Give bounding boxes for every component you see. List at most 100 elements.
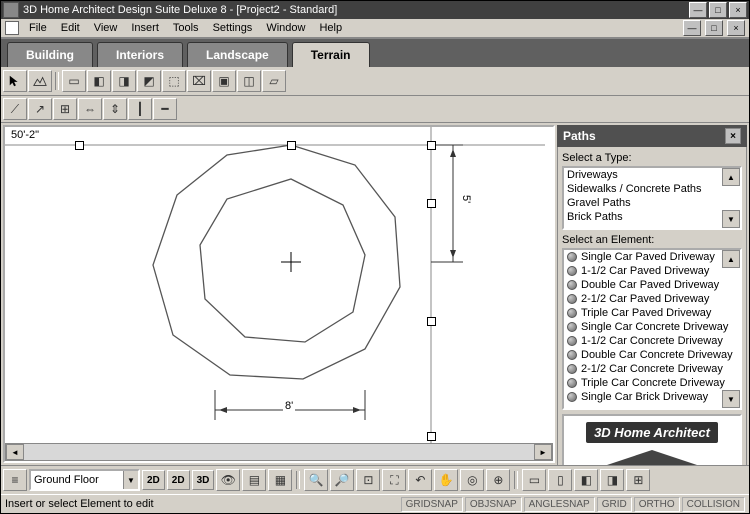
- tool-icon[interactable]: ◧: [574, 469, 598, 491]
- tab-landscape[interactable]: Landscape: [187, 42, 288, 67]
- terrain-tool-icon[interactable]: [28, 70, 52, 92]
- tool-icon[interactable]: ◫: [237, 70, 261, 92]
- status-anglesnap[interactable]: ANGLESNAP: [524, 497, 595, 512]
- close-button[interactable]: ×: [729, 2, 747, 18]
- maximize-button[interactable]: □: [709, 2, 727, 18]
- list-item[interactable]: Single Car Brick Driveway: [564, 390, 740, 404]
- status-ortho[interactable]: ORTHO: [634, 497, 680, 512]
- tab-terrain[interactable]: Terrain: [292, 42, 370, 67]
- h-scrollbar[interactable]: ◄ ►: [5, 443, 553, 461]
- level-icon[interactable]: ≡: [3, 469, 27, 491]
- type-listbox[interactable]: Driveways Sidewalks / Concrete Paths Gra…: [562, 166, 742, 230]
- zoom-prev-icon[interactable]: ↶: [408, 469, 432, 491]
- list-item[interactable]: Single Car Concrete Driveway: [564, 320, 740, 334]
- list-item[interactable]: 1-1/2 Car Concrete Driveway: [564, 334, 740, 348]
- zoom-fit-icon[interactable]: ⛶: [382, 469, 406, 491]
- tool-icon[interactable]: ◨: [600, 469, 624, 491]
- menu-settings[interactable]: Settings: [207, 20, 259, 36]
- handle[interactable]: [427, 432, 436, 441]
- toolbar-secondary: ⟋ ↗ ⊞ ⇔ ⇕ ┃ ━: [1, 96, 749, 123]
- list-item[interactable]: Gravel Paths: [564, 196, 740, 210]
- tool-icon[interactable]: ◨: [112, 70, 136, 92]
- tool-icon[interactable]: ◎: [460, 469, 484, 491]
- measure-tool-icon[interactable]: ⟋: [3, 98, 27, 120]
- handle[interactable]: [427, 141, 436, 150]
- dim-tool-icon[interactable]: ⇔: [78, 98, 102, 120]
- handle[interactable]: [287, 141, 296, 150]
- menu-help[interactable]: Help: [313, 20, 348, 36]
- tool-icon[interactable]: ⬚: [162, 70, 186, 92]
- scroll-down-icon[interactable]: ▼: [722, 390, 740, 408]
- list-item[interactable]: Triple Car Paved Driveway: [564, 306, 740, 320]
- tool-icon[interactable]: ◧: [87, 70, 111, 92]
- tab-building[interactable]: Building: [7, 42, 93, 67]
- mdi-close-button[interactable]: ×: [727, 20, 745, 36]
- layers-icon[interactable]: ▤: [242, 469, 266, 491]
- line-h-tool-icon[interactable]: ━: [153, 98, 177, 120]
- list-item[interactable]: 1-1/2 Car Paved Driveway: [564, 264, 740, 278]
- mdi-minimize-button[interactable]: —: [683, 20, 701, 36]
- pan-icon[interactable]: ✋: [434, 469, 458, 491]
- drawing-canvas[interactable]: 50'-2": [5, 127, 553, 443]
- scroll-up-icon[interactable]: ▲: [722, 250, 740, 268]
- list-item[interactable]: Double Car Concrete Driveway: [564, 348, 740, 362]
- eye-icon[interactable]: 👁: [216, 469, 240, 491]
- element-listbox[interactable]: Single Car Paved Driveway 1-1/2 Car Pave…: [562, 248, 742, 410]
- document-icon[interactable]: [5, 21, 19, 35]
- line-tool-icon[interactable]: ┃: [128, 98, 152, 120]
- path-tool-icon[interactable]: ↗: [28, 98, 52, 120]
- view-2d-button[interactable]: 2D: [142, 470, 165, 490]
- list-item[interactable]: 2-1/2 Car Paved Driveway: [564, 292, 740, 306]
- handle[interactable]: [427, 199, 436, 208]
- menu-tools[interactable]: Tools: [167, 20, 205, 36]
- tool-icon[interactable]: ▭: [62, 70, 86, 92]
- tool-icon[interactable]: ▦: [268, 469, 292, 491]
- list-item[interactable]: Driveways: [564, 168, 740, 182]
- minimize-button[interactable]: —: [689, 2, 707, 18]
- tool-icon[interactable]: ⊞: [626, 469, 650, 491]
- zoom-in-icon[interactable]: 🔍: [304, 469, 328, 491]
- level-combo[interactable]: Ground Floor ▼: [29, 469, 140, 491]
- scroll-down-icon[interactable]: ▼: [722, 210, 740, 228]
- menu-edit[interactable]: Edit: [55, 20, 86, 36]
- handle[interactable]: [427, 317, 436, 326]
- menu-file[interactable]: File: [23, 20, 53, 36]
- menu-insert[interactable]: Insert: [125, 20, 165, 36]
- view-2d2-button[interactable]: 2D: [167, 470, 190, 490]
- menu-window[interactable]: Window: [260, 20, 311, 36]
- status-collision[interactable]: COLLISION: [682, 497, 745, 512]
- tool-icon[interactable]: ⊕: [486, 469, 510, 491]
- menu-view[interactable]: View: [88, 20, 124, 36]
- list-item[interactable]: 2-1/2 Car Concrete Driveway: [564, 362, 740, 376]
- status-message: Insert or select Element to edit: [5, 498, 399, 510]
- grid-tool-icon[interactable]: ⊞: [53, 98, 77, 120]
- mdi-restore-button[interactable]: □: [705, 20, 723, 36]
- tool-icon[interactable]: ⌧: [187, 70, 211, 92]
- list-item[interactable]: Sidewalks / Concrete Paths: [564, 182, 740, 196]
- tab-interiors[interactable]: Interiors: [97, 42, 183, 67]
- scroll-up-icon[interactable]: ▲: [722, 168, 740, 186]
- view-3d-button[interactable]: 3D: [192, 470, 215, 490]
- handle[interactable]: [75, 141, 84, 150]
- tool-icon[interactable]: ▣: [212, 70, 236, 92]
- tool-icon[interactable]: ▯: [548, 469, 572, 491]
- chevron-down-icon[interactable]: ▼: [123, 471, 138, 489]
- status-grid[interactable]: GRID: [597, 497, 632, 512]
- list-item[interactable]: Triple Car Concrete Driveway: [564, 376, 740, 390]
- select-tool-icon[interactable]: [3, 70, 27, 92]
- tool-icon[interactable]: ▭: [522, 469, 546, 491]
- scroll-right-icon[interactable]: ►: [534, 444, 552, 460]
- list-item[interactable]: Double Car Paved Driveway: [564, 278, 740, 292]
- zoom-out-icon[interactable]: 🔎: [330, 469, 354, 491]
- tool-icon[interactable]: ▱: [262, 70, 286, 92]
- dim-v-tool-icon[interactable]: ⇕: [103, 98, 127, 120]
- list-item[interactable]: Brick Paths: [564, 210, 740, 224]
- status-objsnap[interactable]: OBJSNAP: [465, 497, 522, 512]
- tool-icon[interactable]: ◩: [137, 70, 161, 92]
- list-item[interactable]: Single Car Paved Driveway: [564, 250, 740, 264]
- panel-close-button[interactable]: ×: [725, 128, 741, 144]
- status-gridsnap[interactable]: GRIDSNAP: [401, 497, 463, 512]
- scroll-left-icon[interactable]: ◄: [6, 444, 24, 460]
- bullet-icon: [567, 280, 577, 290]
- zoom-window-icon[interactable]: ⊡: [356, 469, 380, 491]
